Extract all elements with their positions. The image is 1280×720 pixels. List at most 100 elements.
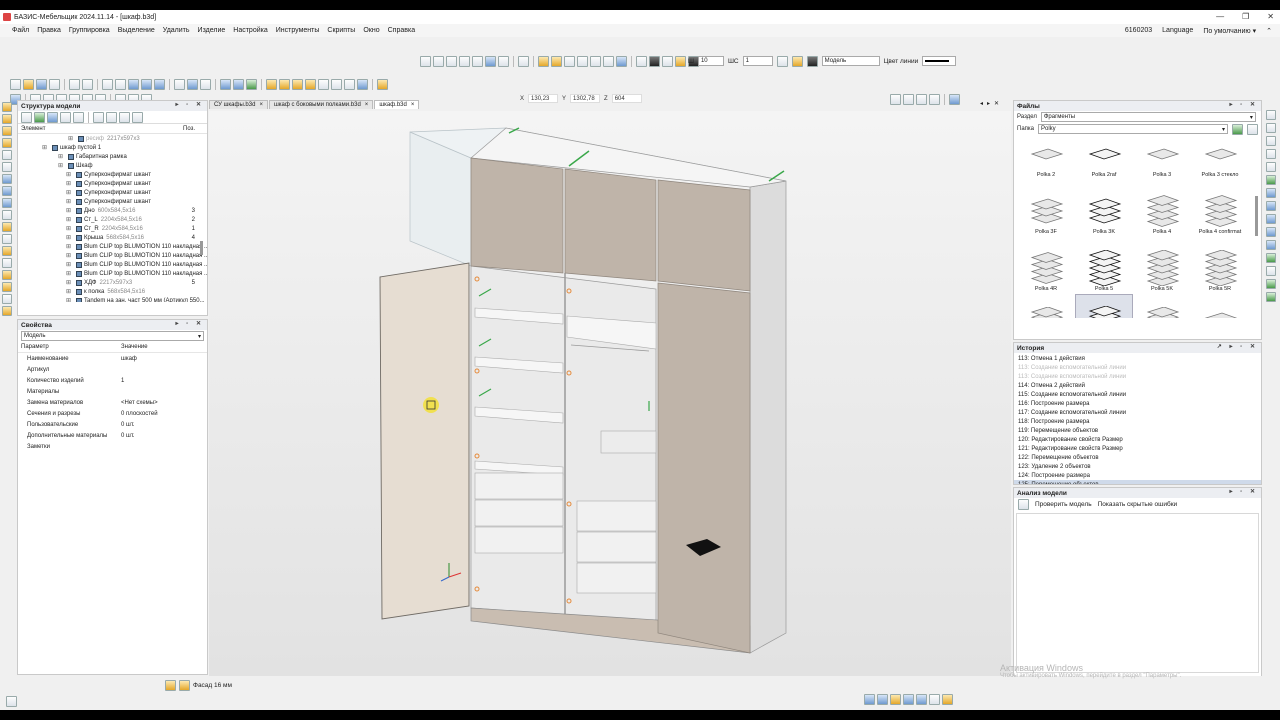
tool-box-icon[interactable] (2, 246, 12, 256)
tool-front-icon[interactable] (2, 138, 12, 148)
section-combo[interactable]: Фрагменты ▾ (1040, 112, 1256, 122)
expand-icon[interactable]: ⊞ (66, 189, 71, 196)
expand-icon[interactable]: ⊞ (66, 279, 71, 286)
property-value[interactable]: 0 шт. (121, 433, 135, 439)
view-front-icon[interactable] (420, 55, 431, 67)
snap-5-icon[interactable] (916, 694, 927, 705)
snap-3-icon[interactable] (890, 694, 901, 705)
render-solid-icon[interactable] (538, 55, 549, 67)
property-row[interactable]: Наименование шкаф (18, 353, 207, 364)
side-tool-10-icon[interactable] (1266, 227, 1276, 237)
struct-erase-icon[interactable] (73, 111, 84, 123)
close-tab-icon[interactable]: × (411, 102, 415, 108)
tree-row[interactable]: ⊞ Суперконфирмат шкант (18, 188, 207, 197)
render-wire-icon[interactable] (564, 55, 575, 67)
zoom-fit-icon[interactable] (233, 78, 244, 90)
render-split-icon[interactable] (616, 55, 627, 67)
history-row[interactable]: 114: Отмена 2 действий (1014, 381, 1261, 390)
properties-controls[interactable]: ▸ ▫ ✕ (176, 320, 205, 327)
fragment-thumbnail[interactable]: Polka 5 (1075, 237, 1133, 294)
zoom-icon[interactable] (220, 78, 231, 90)
property-value[interactable]: 1 (121, 378, 124, 384)
y-field[interactable]: 1302,78 (570, 94, 601, 103)
tree-row[interactable]: ⊞ шкаф пустой 1 (18, 143, 207, 152)
snap-line-icon[interactable] (154, 78, 165, 90)
redo-icon[interactable] (82, 78, 93, 90)
rotate-icon[interactable] (518, 55, 529, 67)
fragment-thumbnail[interactable]: Polka 5K (1133, 237, 1191, 294)
tool-door-icon[interactable] (2, 282, 12, 292)
tool-vertical-icon[interactable] (2, 114, 12, 124)
tool-panel-icon[interactable] (2, 102, 12, 112)
drawer-icon[interactable] (292, 78, 303, 90)
minimize-button[interactable]: — (1216, 12, 1224, 21)
property-row[interactable]: Материалы (18, 386, 207, 397)
snap-7-icon[interactable] (942, 694, 953, 705)
tool-glass-icon[interactable] (2, 234, 12, 244)
render-edges-icon[interactable] (603, 55, 614, 67)
zoom-window-icon[interactable] (246, 78, 257, 90)
expand-icon[interactable]: ⊞ (66, 234, 71, 241)
render-sketch-icon[interactable] (590, 55, 601, 67)
history-row[interactable]: 115: Создание вспомогательной линии (1014, 390, 1261, 399)
camera-icon[interactable] (636, 55, 647, 67)
fragment-thumbnail[interactable]: Polka 6 (1017, 294, 1075, 318)
history-row[interactable]: 122: Перемещение объектов (1014, 453, 1261, 462)
files-scrollbar[interactable] (1255, 196, 1258, 236)
view-right-icon[interactable] (459, 55, 470, 67)
fragment-thumbnail[interactable]: Polka 3K (1075, 180, 1133, 237)
save-icon[interactable] (36, 78, 47, 90)
fittings-icon[interactable] (318, 78, 329, 90)
tree-row[interactable]: ⊞ Дно 600х584,5х16 3 (18, 206, 207, 215)
history-row[interactable]: 119: Перемещение объектов (1014, 426, 1261, 435)
tool-groove-icon[interactable] (2, 186, 12, 196)
history-row[interactable]: 121: Редактирование свойств Размер (1014, 444, 1261, 453)
tool-body-icon[interactable] (2, 270, 12, 280)
tab-side-shelves[interactable]: шкаф с боковыми полками.b3d × (268, 100, 374, 109)
tree-row[interactable]: ⊞ ресиф 2217х597х3 (18, 134, 207, 143)
preset-menu[interactable]: По умолчанию ▾ (1203, 27, 1256, 35)
struct-tools-icon[interactable] (21, 111, 32, 123)
report-icon[interactable] (344, 78, 355, 90)
panel-controls[interactable]: ▸ ▫ ✕ (176, 101, 205, 108)
expand-icon[interactable]: ⊞ (58, 153, 63, 160)
property-value[interactable]: 0 шт. (121, 422, 135, 428)
expand-icon[interactable]: ⊞ (66, 171, 71, 178)
property-row[interactable]: Сечения и разрезы 0 плоскостей (18, 408, 207, 419)
close-button[interactable]: ✕ (1267, 12, 1274, 21)
view-bottom-icon[interactable] (498, 55, 509, 67)
cabinet-icon[interactable] (279, 78, 290, 90)
history-row[interactable]: 113: Создание вспомогательной линии (1014, 363, 1261, 372)
struct-settings-icon[interactable] (132, 111, 143, 123)
property-row[interactable]: Пользовательские 0 шт. (18, 419, 207, 430)
cut-icon[interactable] (174, 78, 185, 90)
side-tool-1-icon[interactable] (1266, 110, 1276, 120)
history-controls[interactable]: ↗ ▸ ▫ ✕ (1217, 343, 1258, 350)
tree-row[interactable]: ⊞ Ст_L 2204х584,5х16 2 (18, 215, 207, 224)
tab-su-cabinets[interactable]: СУ шкафы.b3d × (209, 100, 268, 109)
tree-row[interactable]: ⊞ ХДФ 2217х597х3 5 (18, 278, 207, 287)
tool-circle-icon[interactable] (2, 258, 12, 268)
side-tool-13-icon[interactable] (1266, 266, 1276, 276)
struct-pen-icon[interactable] (60, 111, 71, 123)
tool-facade-icon[interactable] (2, 222, 12, 232)
expand-icon[interactable]: ⊞ (66, 180, 71, 187)
expand-icon[interactable]: ⊞ (66, 243, 71, 250)
fragment-thumbnail[interactable]: Polka 4 confirmat (1191, 180, 1249, 237)
snap-1-icon[interactable] (864, 694, 875, 705)
property-row[interactable]: Количество изделий 1 (18, 375, 207, 386)
menu-tools[interactable]: Инструменты (272, 27, 324, 34)
language-menu[interactable]: Language (1162, 27, 1193, 34)
tree-row[interactable]: ⊞ к полка 568х584,5х16 (18, 287, 207, 296)
grid-icon[interactable] (115, 78, 126, 90)
new-file-icon[interactable] (10, 78, 21, 90)
menu-group[interactable]: Группировка (65, 27, 114, 34)
fragment-thumbnail[interactable]: Polka 5R (1191, 237, 1249, 294)
tree-row[interactable]: ⊞ Blum CLIP top BLUMOTION 110 накладная .… (18, 260, 207, 269)
view-c-icon[interactable] (916, 93, 927, 105)
menu-scripts[interactable]: Скрипты (323, 27, 359, 34)
spec-icon[interactable] (377, 78, 388, 90)
undo-icon[interactable] (69, 78, 80, 90)
snap-u-icon[interactable] (141, 78, 152, 90)
expand-icon[interactable]: ⊞ (66, 261, 71, 268)
